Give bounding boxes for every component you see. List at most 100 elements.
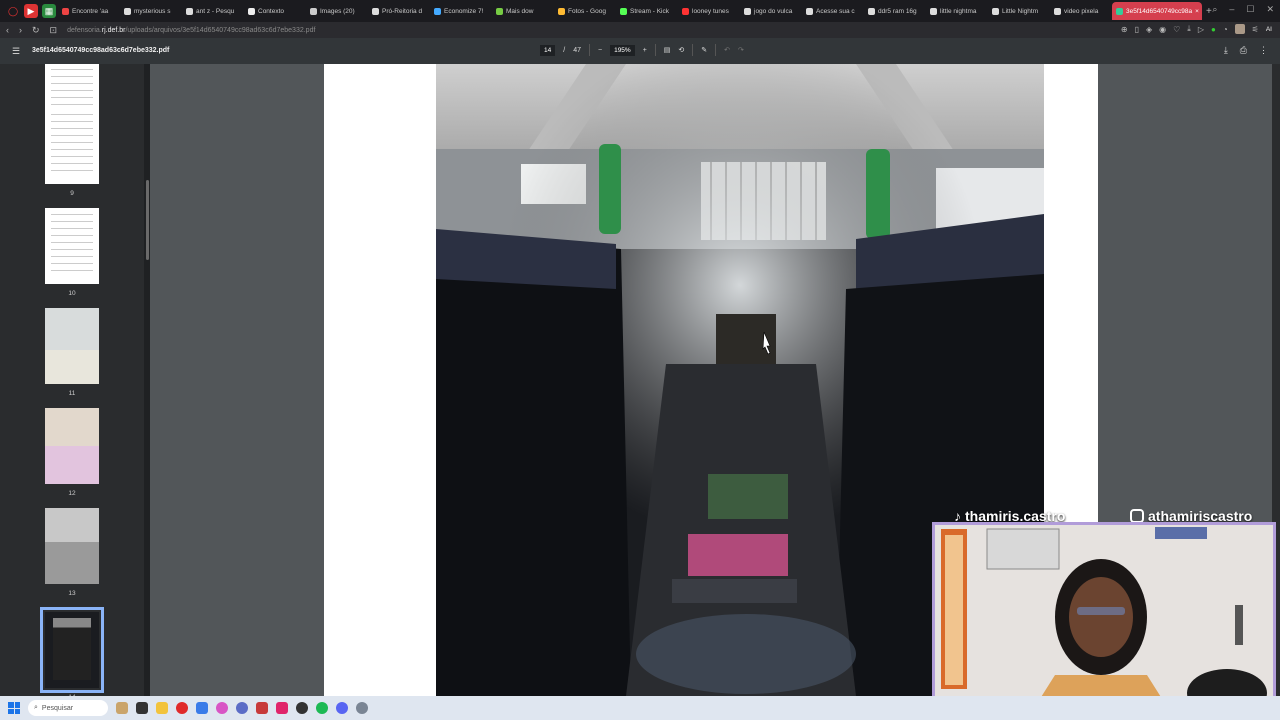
new-tab-icon[interactable]: + — [1206, 6, 1212, 17]
camera-icon[interactable]: ◉ — [1159, 25, 1166, 34]
avatar[interactable] — [1234, 24, 1245, 34]
tab-label: Stream - Kick — [630, 7, 670, 15]
page-thumbnail-number: 13 — [68, 590, 76, 597]
tab[interactable]: looney tunes — [678, 2, 740, 20]
divider — [715, 44, 717, 56]
minimize-icon[interactable]: – — [1229, 4, 1234, 15]
address-bar: ‹ › ↻ ⊡ defensoria.rj.def.br/uploads/arq… — [0, 22, 1280, 38]
windows-start-icon[interactable] — [8, 702, 20, 714]
thumb-text-line — [51, 221, 93, 222]
tab[interactable]: little nightma — [926, 2, 988, 20]
page-thumbnail[interactable] — [45, 108, 99, 184]
tab-label: Mais dow — [506, 7, 534, 15]
zoom-in-icon[interactable]: + — [643, 47, 647, 54]
download-pdf-icon[interactable]: ⤓ — [1224, 45, 1228, 56]
search-icon: ⌕ — [34, 704, 38, 711]
tab[interactable]: Mais dow — [492, 2, 554, 20]
player-icon[interactable]: ▷ — [1198, 25, 1204, 34]
tab[interactable]: ddr5 ram 16g — [864, 2, 926, 20]
tab[interactable]: Pró-Reitoria d — [368, 2, 430, 20]
snapshot-icon[interactable]: ▯ — [1135, 25, 1139, 34]
page-thumbnail[interactable] — [45, 408, 99, 484]
weather-icon[interactable] — [116, 702, 128, 714]
store-icon[interactable] — [196, 702, 208, 714]
menu-icon[interactable]: ☰ — [12, 46, 20, 57]
tab[interactable]: Encontre 'aa — [58, 2, 120, 20]
window-controls: ⌕ – ☐ ✕ — [1212, 4, 1274, 15]
back-icon[interactable]: ‹ — [6, 25, 9, 35]
thumb-text-line — [51, 69, 93, 70]
pinned-sheets-icon[interactable]: ▦ — [42, 4, 56, 18]
page-number-input[interactable]: 14 — [540, 44, 556, 56]
tab[interactable]: Images (20) — [306, 2, 368, 20]
tab[interactable]: mysterious s — [120, 2, 182, 20]
tab[interactable]: Fotos - Goog — [554, 2, 616, 20]
close-window-icon[interactable]: ✕ — [1266, 4, 1274, 15]
zoom-out-icon[interactable]: − — [598, 47, 602, 54]
spotify-icon[interactable] — [316, 702, 328, 714]
page-thumbnail[interactable] — [45, 208, 99, 284]
tab-favicon-icon — [744, 7, 751, 15]
site-info-icon[interactable]: ⊡ — [50, 25, 58, 36]
thumb-text-line — [51, 76, 93, 77]
bookmark-icon[interactable]: ♡ — [1173, 25, 1180, 34]
thumb-text-line — [51, 249, 93, 250]
ai-icon[interactable]: ⚟ — [1252, 25, 1259, 34]
tab[interactable]: Contexto — [244, 2, 306, 20]
annotate-icon[interactable]: ✎ — [701, 46, 707, 54]
thumb-text-line — [51, 104, 93, 105]
tab[interactable]: Stream - Kick — [616, 2, 678, 20]
tab[interactable]: Little Nightm — [988, 2, 1050, 20]
browser-icon[interactable] — [236, 702, 248, 714]
page-thumbnail[interactable] — [40, 607, 104, 693]
discord-icon[interactable] — [336, 702, 348, 714]
fit-page-icon[interactable]: ▤ — [664, 46, 671, 54]
undo-icon[interactable]: ↶ — [724, 46, 730, 54]
maximize-icon[interactable]: ☐ — [1246, 4, 1254, 15]
forward-icon[interactable]: › — [19, 25, 22, 35]
tab-favicon-icon — [434, 7, 441, 15]
tab[interactable]: Acesse sua c — [802, 2, 864, 20]
pdf-toolbar-right: ⤓ ⎙ ⋮ — [1224, 45, 1268, 56]
task-view-icon[interactable] — [136, 702, 148, 714]
redo-icon[interactable]: ↷ — [738, 46, 744, 54]
tab[interactable]: Economize 7! — [430, 2, 492, 20]
url-field[interactable]: defensoria.rj.def.br/uploads/arquivos/3e… — [67, 27, 315, 34]
sidebar-scroll-handle[interactable] — [146, 180, 149, 260]
page-thumbnail[interactable] — [45, 508, 99, 584]
tab[interactable]: jogo do vulca — [740, 2, 802, 20]
tab-favicon-icon — [372, 7, 379, 15]
page-thumbnail[interactable] — [45, 308, 99, 384]
tab[interactable]: video pixela — [1050, 2, 1112, 20]
pinned-youtube-icon[interactable]: ▶ — [24, 4, 38, 18]
reload-icon[interactable]: ↻ — [32, 25, 40, 36]
print-icon[interactable]: ⎙ — [1240, 45, 1247, 56]
file-explorer-icon[interactable] — [156, 702, 168, 714]
zoom-icon[interactable]: ⊕ — [1121, 25, 1128, 34]
more-options-icon[interactable]: ⋮ — [1259, 45, 1268, 56]
opera-icon[interactable]: ◯ — [6, 4, 20, 18]
divider — [654, 44, 656, 56]
shield-icon[interactable]: ◈ — [1146, 25, 1152, 34]
messenger-icon[interactable]: ◔ — [1223, 25, 1228, 34]
tiktok-app-icon[interactable] — [276, 702, 288, 714]
close-icon[interactable]: × — [1195, 8, 1199, 15]
ai-label[interactable]: AI — [1266, 26, 1272, 33]
rotate-icon[interactable]: ⟲ — [678, 46, 684, 54]
thumb-text-line — [51, 135, 93, 136]
search-tabs-icon[interactable]: ⌕ — [1212, 4, 1217, 15]
taskbar-search[interactable]: ⌕ Pesquisar — [28, 700, 108, 716]
download-icon[interactable]: ⤓ — [1187, 24, 1191, 34]
opera-gx-icon[interactable] — [216, 702, 228, 714]
opera-taskbar-icon[interactable] — [176, 702, 188, 714]
tab[interactable]: ant z - Pesqu — [182, 2, 244, 20]
tab-active[interactable]: 3e5f14d6540749cc98a × — [1112, 2, 1202, 20]
zoom-input[interactable]: 195% — [610, 44, 635, 56]
recorder-icon[interactable] — [256, 702, 268, 714]
tab-label: mysterious s — [134, 7, 171, 15]
tab-label: Fotos - Goog — [568, 7, 606, 15]
settings-icon[interactable] — [356, 702, 368, 714]
obs-icon[interactable] — [296, 702, 308, 714]
webcam-image — [935, 525, 1273, 713]
vpn-icon[interactable]: ● — [1211, 25, 1216, 34]
